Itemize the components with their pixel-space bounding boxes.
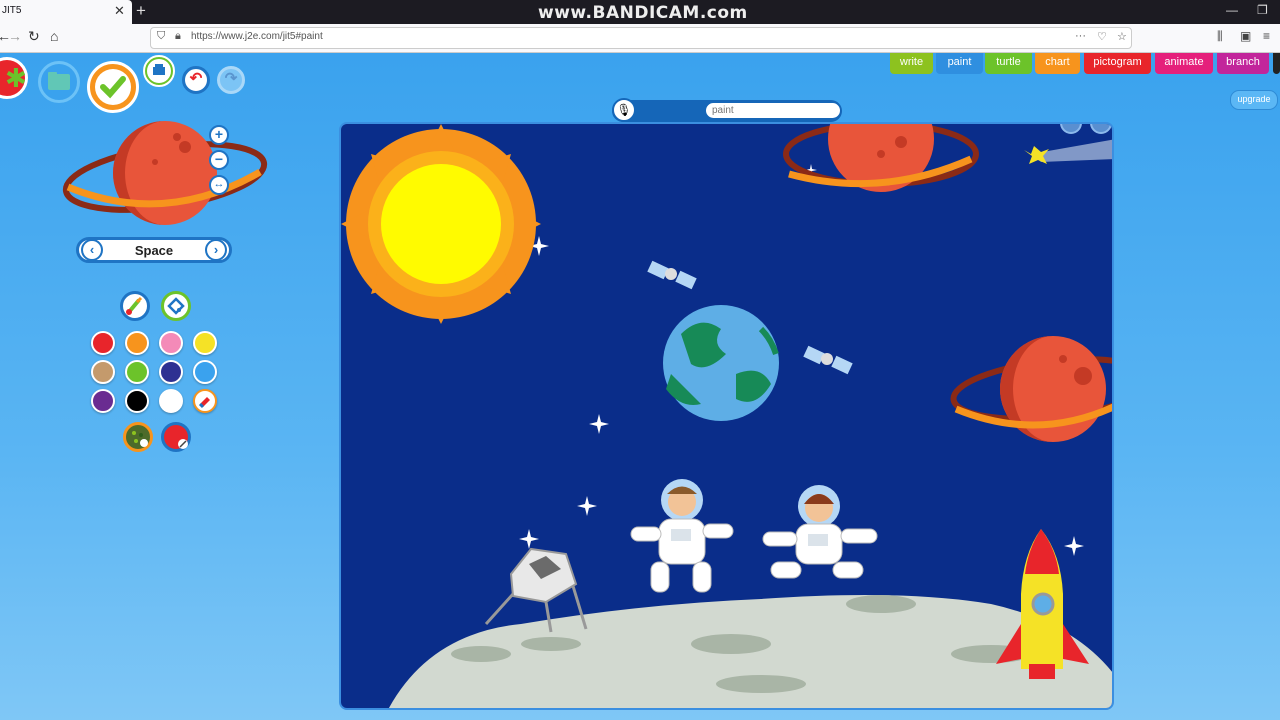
- url-bar[interactable]: ⛉ 🔒︎ https://www.j2e.com/jit5#paint ··· …: [150, 27, 1132, 49]
- tab-more[interactable]: [1273, 53, 1280, 74]
- reload-icon[interactable]: ↻: [28, 28, 40, 45]
- library-icon[interactable]: ⫼: [1217, 29, 1223, 44]
- microphone-button[interactable]: 🎙︎: [612, 98, 636, 122]
- title-bar: 🎙︎: [612, 98, 842, 122]
- zoom-out-button[interactable]: −: [209, 150, 229, 170]
- undo-icon: ↶: [189, 70, 203, 87]
- tab-pictogram[interactable]: pictogram: [1084, 53, 1151, 74]
- title-input[interactable]: [706, 103, 840, 118]
- tab-title: JIT5: [2, 5, 22, 16]
- color-swatch-black[interactable]: [125, 389, 149, 413]
- folder-icon: [48, 72, 70, 90]
- redo-icon: ↷: [224, 70, 238, 87]
- print-button[interactable]: [143, 55, 175, 87]
- app-area: write paint turtle chart pictogram anima…: [0, 53, 1280, 720]
- sun: [341, 124, 541, 324]
- pocket-icon[interactable]: ♡: [1097, 30, 1107, 43]
- browser-tab[interactable]: JIT5 ✕: [0, 0, 132, 24]
- open-button[interactable]: [38, 61, 80, 103]
- checkmark-icon: [95, 69, 131, 105]
- color-swatch-white[interactable]: [159, 389, 183, 413]
- fit-button[interactable]: ↔: [209, 175, 229, 195]
- space-scene: [341, 124, 1112, 708]
- printer-icon: [147, 59, 171, 83]
- eraser-icon: [198, 397, 210, 409]
- url-text: https://www.j2e.com/jit5#paint: [191, 31, 323, 42]
- tab-paint[interactable]: paint: [936, 53, 983, 74]
- satellite-2: [803, 345, 853, 375]
- tab-turtle[interactable]: turtle: [985, 53, 1032, 74]
- zoom-in-button[interactable]: +: [209, 125, 229, 145]
- save-button[interactable]: [87, 61, 139, 113]
- tab-close-icon[interactable]: ✕: [114, 3, 125, 19]
- eyedropper-icon: [178, 439, 188, 449]
- brush-tool-button[interactable]: [120, 291, 150, 321]
- shield-icon: ⛉: [157, 30, 166, 42]
- satellite-1: [647, 260, 697, 290]
- paintbrush-icon: [126, 296, 143, 315]
- astronaut-girl: [762, 485, 878, 579]
- new-button[interactable]: ✱: [0, 57, 28, 99]
- color-swatch-purple[interactable]: [91, 389, 115, 413]
- planet-right: [950, 336, 1112, 442]
- color-swatch-red[interactable]: [91, 331, 115, 355]
- tab-write[interactable]: write: [890, 53, 933, 74]
- asterisk-icon: ✱: [5, 64, 27, 94]
- color-swatch-orange[interactable]: [125, 331, 149, 355]
- menu-icon[interactable]: ≡: [1263, 29, 1270, 43]
- tab-chart[interactable]: chart: [1035, 53, 1080, 74]
- theme-preview-planet: [62, 121, 268, 225]
- texture-picker-button[interactable]: [123, 422, 153, 452]
- fill-tool-button[interactable]: [161, 291, 191, 321]
- lock-icon: 🔒︎: [175, 30, 181, 42]
- more-icon[interactable]: ···: [1075, 30, 1086, 42]
- minimize-icon[interactable]: —: [1226, 3, 1238, 17]
- forward-icon[interactable]: →: [8, 28, 22, 44]
- tab-animate[interactable]: animate: [1155, 53, 1213, 74]
- earth: [663, 305, 779, 421]
- paint-bucket-icon: [167, 297, 185, 315]
- redo-button[interactable]: ↷: [217, 66, 245, 94]
- undo-button[interactable]: ↶: [182, 66, 210, 94]
- microphone-icon: 🎙︎: [616, 103, 632, 117]
- svg-text:✱: ✱: [5, 64, 25, 94]
- custom-color-button[interactable]: [161, 422, 191, 452]
- planet-top: [783, 124, 979, 192]
- tab-branch[interactable]: branch: [1217, 53, 1269, 74]
- bookmark-star-icon[interactable]: ☆: [1117, 30, 1127, 43]
- texture-icon: [132, 431, 148, 447]
- color-swatch-navy[interactable]: [159, 360, 183, 384]
- new-tab-button[interactable]: +: [136, 1, 146, 21]
- sidebar-icon[interactable]: ▣: [1240, 29, 1251, 43]
- color-swatch-blue[interactable]: [193, 360, 217, 384]
- paint-canvas[interactable]: [339, 122, 1114, 710]
- upgrade-button[interactable]: upgrade: [1230, 90, 1278, 110]
- color-swatch-yellow[interactable]: [193, 331, 217, 355]
- color-swatch-green[interactable]: [125, 360, 149, 384]
- comet: [1024, 139, 1112, 164]
- restore-icon[interactable]: ❐: [1257, 3, 1268, 17]
- astronaut-boy: [630, 479, 734, 593]
- theme-selector: ‹ Space ›: [76, 237, 232, 263]
- color-swatch-tan[interactable]: [91, 360, 115, 384]
- eraser-button[interactable]: [193, 389, 217, 413]
- watermark: www.BANDICAM.com: [538, 3, 748, 23]
- browser-tabstrip: JIT5 ✕ + www.BANDICAM.com — ❐: [0, 0, 1280, 24]
- color-swatch-pink[interactable]: [159, 331, 183, 355]
- home-icon[interactable]: ⌂: [50, 28, 58, 44]
- theme-next-button[interactable]: ›: [205, 239, 227, 261]
- browser-navbar: ← → ↻ ⌂ ⛉ 🔒︎ https://www.j2e.com/jit5#pa…: [0, 24, 1280, 53]
